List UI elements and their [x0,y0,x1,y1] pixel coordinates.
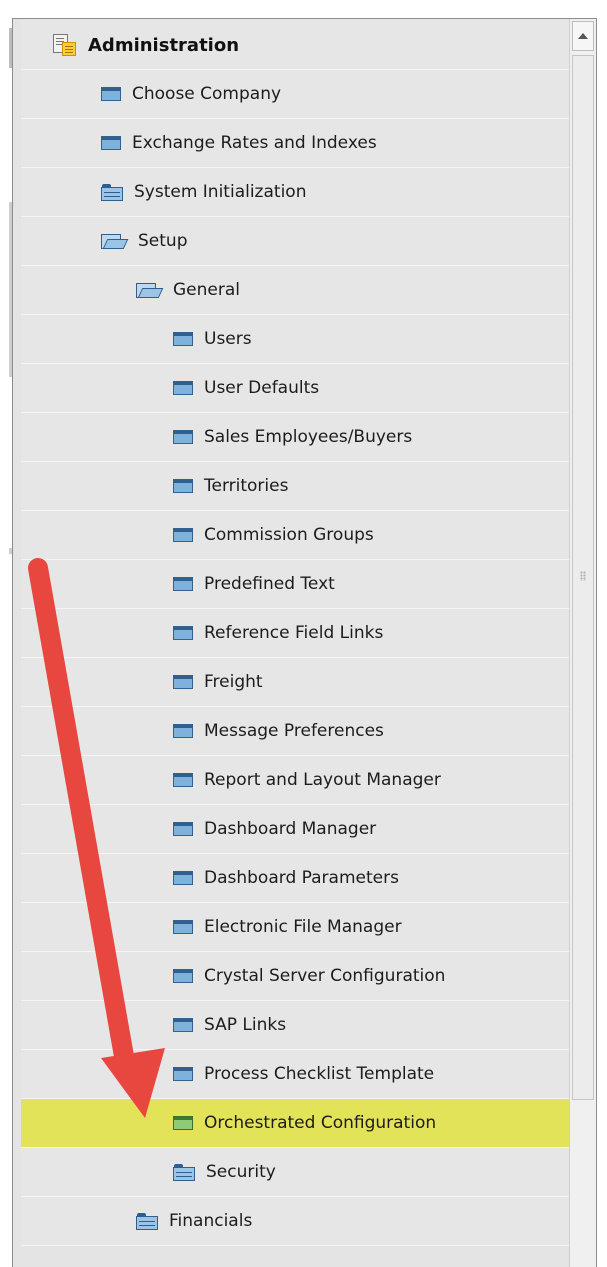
left-window-edge [0,0,12,1266]
menu-item-system-initialization[interactable]: System Initialization [21,168,570,217]
menu-item-label: System Initialization [134,182,307,202]
window-icon [173,1067,193,1081]
menu-item-message-preferences[interactable]: Message Preferences [21,707,570,756]
menu-item-label: Security [206,1162,276,1182]
menu-item-label: User Defaults [204,378,320,398]
window-icon [173,920,193,934]
scroll-thumb[interactable] [572,55,594,1100]
menu-item-territories[interactable]: Territories [21,462,570,511]
menu-item-label: Predefined Text [204,574,335,594]
menu-item-label: Crystal Server Configuration [204,966,446,986]
window-icon [173,577,193,591]
menu-item-electronic-file-manager[interactable]: Electronic File Manager [21,903,570,952]
window-icon [173,822,193,836]
menu-item-label: Sales Employees/Buyers [204,427,413,447]
menu-item-label: SAP Links [204,1015,287,1035]
menu-item-label: Financials [169,1211,253,1231]
main-menu-panel: Administration Choose Company Exchange Rat… [12,18,597,1267]
menu-item-choose-company[interactable]: Choose Company [21,70,570,119]
menu-item-freight[interactable]: Freight [21,658,570,707]
window-icon [101,136,121,150]
menu-tree: Administration Choose Company Exchange Rat… [21,21,570,1246]
menu-item-exchange-rates-and-indexes[interactable]: Exchange Rates and Indexes [21,119,570,168]
window-icon [173,724,193,738]
menu-item-security[interactable]: Security [21,1148,570,1197]
menu-item-report-and-layout-manager[interactable]: Report and Layout Manager [21,756,570,805]
folder-icon [173,1163,195,1181]
window-icon [173,773,193,787]
window-icon [173,969,193,983]
menu-item-label: Message Preferences [204,721,384,741]
menu-item-orchestrated-configuration[interactable]: Orchestrated Configuration [21,1099,570,1148]
vertical-scrollbar[interactable] [569,19,596,1267]
grip-icon [580,571,586,581]
menu-item-label: Reference Field Links [204,623,384,643]
window-icon [173,1018,193,1032]
window-icon [173,626,193,640]
menu-item-sales-employees-buyers[interactable]: Sales Employees/Buyers [21,413,570,462]
menu-item-label: Report and Layout Manager [204,770,441,790]
menu-item-label: Electronic File Manager [204,917,402,937]
window-icon [173,430,193,444]
menu-item-label: Users [204,329,252,349]
menu-item-commission-groups[interactable]: Commission Groups [21,511,570,560]
menu-item-label: Setup [138,231,188,251]
menu-item-dashboard-manager[interactable]: Dashboard Manager [21,805,570,854]
menu-item-financials[interactable]: Financials [21,1197,570,1246]
menu-item-administration[interactable]: Administration [21,21,570,70]
menu-item-reference-field-links[interactable]: Reference Field Links [21,609,570,658]
window-icon [173,871,193,885]
menu-item-general[interactable]: General [21,266,570,315]
menu-item-dashboard-parameters[interactable]: Dashboard Parameters [21,854,570,903]
folder-icon [136,1212,158,1230]
window-icon [173,1116,193,1130]
menu-item-crystal-server-configuration[interactable]: Crystal Server Configuration [21,952,570,1001]
menu-item-label: Dashboard Parameters [204,868,399,888]
menu-item-label: Administration [88,34,240,56]
window-icon [173,528,193,542]
menu-item-setup[interactable]: Setup [21,217,570,266]
menu-item-label: General [173,280,240,300]
folder-icon [101,183,123,201]
folder-open-icon [101,232,129,250]
menu-item-users[interactable]: Users [21,315,570,364]
menu-item-label: Process Checklist Template [204,1064,435,1084]
menu-item-label: Choose Company [132,84,282,104]
scroll-up-button[interactable] [572,21,594,51]
folder-open-icon [136,281,164,299]
menu-item-label: Commission Groups [204,525,374,545]
menu-item-predefined-text[interactable]: Predefined Text [21,560,570,609]
menu-item-label: Territories [204,476,289,496]
menu-item-user-defaults[interactable]: User Defaults [21,364,570,413]
window-icon [173,332,193,346]
window-icon [173,381,193,395]
menu-item-label: Exchange Rates and Indexes [132,133,377,153]
menu-item-label: Orchestrated Configuration [204,1113,437,1133]
window-icon [173,675,193,689]
menu-item-label: Freight [204,672,263,692]
window-icon [101,87,121,101]
menu-item-sap-links[interactable]: SAP Links [21,1001,570,1050]
menu-item-label: Dashboard Manager [204,819,377,839]
module-icon [53,34,77,56]
menu-item-process-checklist-template[interactable]: Process Checklist Template [21,1050,570,1099]
window-icon [173,479,193,493]
